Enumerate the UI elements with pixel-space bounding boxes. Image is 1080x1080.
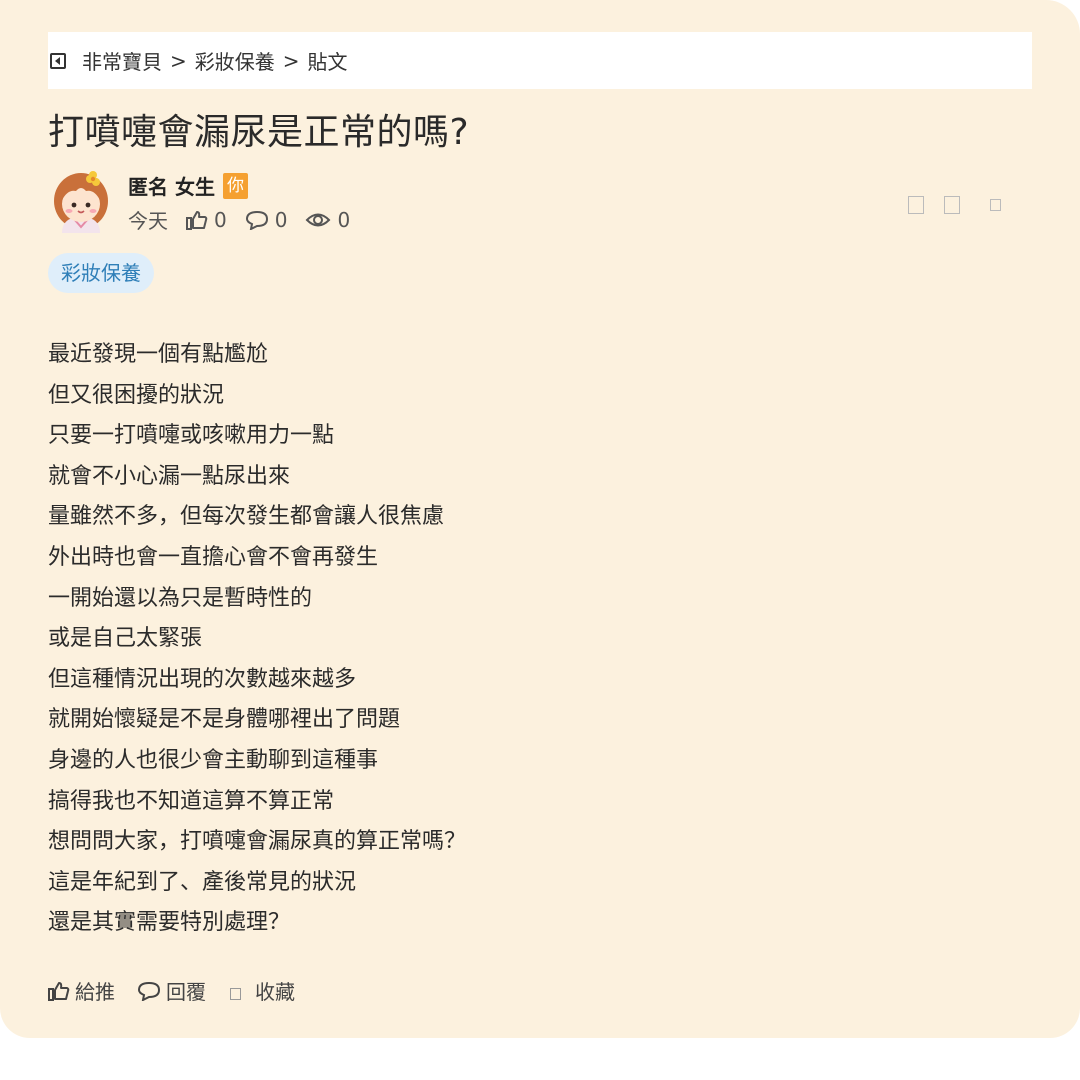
comment-count-value: 0 — [274, 207, 288, 232]
bookmark-icon — [230, 987, 241, 1000]
like-button[interactable]: 給推 — [48, 976, 115, 1005]
body-line: 身邊的人也很少會主動聊到這種事 — [48, 747, 379, 773]
body-line: 只要一打噴嚏或咳嗽用力一點 — [48, 423, 335, 449]
post-body: 最近發現一個有點尷尬 但又很困擾的狀況 只要一打噴嚏或咳嗽用力一點 就會不小心漏… — [48, 335, 466, 944]
like-count-value: 0 — [214, 207, 227, 232]
body-line: 想問問大家，打噴嚏會漏尿真的算正常嗎？ — [48, 829, 467, 855]
body-line: 這是年紀到了、產後常見的狀況 — [48, 869, 357, 895]
body-line: 或是自己太緊張 — [48, 626, 203, 652]
thumbs-up-icon — [48, 981, 70, 1001]
breadcrumb-item-category[interactable]: 彩妝保養 — [195, 46, 275, 75]
view-count-value: 0 — [337, 207, 351, 232]
category-tag[interactable]: 彩妝保養 — [48, 253, 154, 293]
post-date: 今天 — [128, 205, 168, 234]
save-button[interactable]: 收藏 — [228, 976, 295, 1005]
post-card: 非常寶貝 > 彩妝保養 > 貼文 打噴嚏會漏尿是正常的嗎? 匿名 女生 你 今天… — [0, 0, 1080, 1038]
body-line: 就開始懷疑是不是身體哪裡出了問題 — [48, 707, 401, 733]
view-count: 0 — [305, 208, 350, 232]
post-actions: 給推 回覆 收藏 — [48, 976, 317, 1005]
you-badge: 你 — [222, 172, 248, 199]
comment-icon — [245, 210, 268, 230]
reply-button-label: 回覆 — [166, 980, 206, 1004]
like-count: 0 — [186, 208, 227, 232]
post-title: 打噴嚏會漏尿是正常的嗎? — [48, 112, 470, 153]
eye-icon — [306, 213, 331, 226]
back-icon[interactable] — [50, 52, 66, 69]
body-line: 搞得我也不知道這算不算正常 — [48, 788, 335, 814]
author-name: 匿名 女生 — [128, 175, 215, 199]
post-tools — [908, 196, 1001, 214]
body-line: 就會不小心漏一點尿出來 — [48, 463, 291, 489]
post-date-text: 今天 — [128, 209, 168, 233]
body-line: 量雖然不多，但每次發生都會讓人很焦慮 — [48, 504, 445, 530]
breadcrumb-separator: > — [282, 48, 300, 73]
share-icon[interactable] — [908, 196, 924, 214]
like-button-label: 給推 — [75, 980, 115, 1004]
body-line: 但這種情況出現的次數越來越多 — [48, 666, 357, 692]
body-line: 還是其實需要特別處理？ — [48, 910, 291, 936]
thumbs-up-icon — [186, 210, 208, 230]
body-line: 但又很困擾的狀況 — [48, 382, 225, 408]
breadcrumb: 非常寶貝 > 彩妝保養 > 貼文 — [48, 32, 1032, 89]
breadcrumb-item-board[interactable]: 非常寶貝 — [82, 46, 162, 75]
body-line: 外出時也會一直擔心會不會再發生 — [48, 544, 379, 570]
reply-button[interactable]: 回覆 — [137, 976, 206, 1005]
avatar[interactable] — [48, 167, 114, 233]
body-line: 一開始還以為只是暫時性的 — [48, 585, 313, 611]
author-info: 匿名 女生 你 — [128, 171, 248, 200]
more-options-icon[interactable] — [990, 199, 1001, 211]
breadcrumb-item-current: 貼文 — [307, 50, 348, 74]
comment-icon — [137, 981, 161, 1001]
save-button-label: 收藏 — [255, 980, 295, 1004]
comment-count: 0 — [245, 207, 288, 232]
bookmark-icon[interactable] — [944, 196, 960, 214]
breadcrumb-separator: > — [170, 48, 187, 73]
body-line: 最近發現一個有點尷尬 — [48, 342, 269, 367]
post-meta: 今天 0 0 0 — [128, 205, 368, 234]
